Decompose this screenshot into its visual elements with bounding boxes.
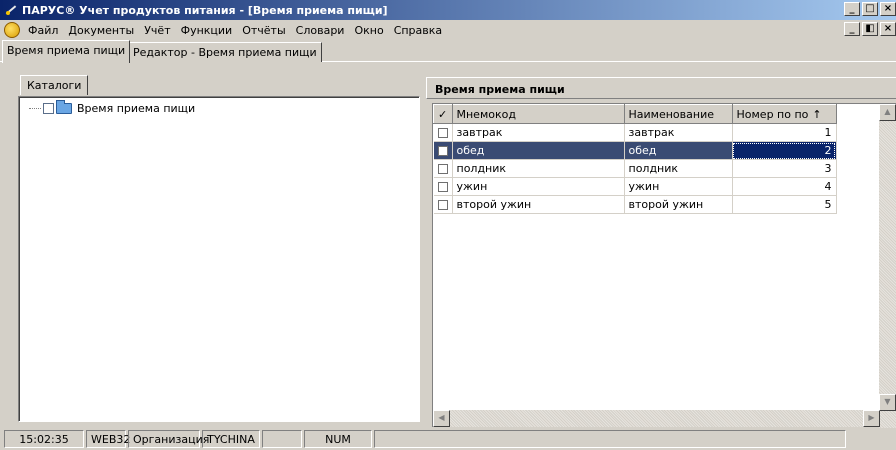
- tab-editor[interactable]: Редактор - Время приема пищи: [128, 42, 322, 62]
- window-controls: _ □ ×: [842, 2, 896, 16]
- folder-icon: [56, 99, 72, 114]
- status-organization: Организация: [128, 430, 209, 448]
- menu-window[interactable]: Окно: [349, 24, 388, 37]
- table-row[interactable]: полдник полдник 3: [433, 159, 837, 178]
- column-number-label: Номер по по: [736, 107, 809, 121]
- status-empty: [262, 430, 302, 448]
- row-checkbox[interactable]: [437, 164, 448, 174]
- close-button[interactable]: ×: [880, 2, 896, 16]
- row-checkbox-cell[interactable]: [433, 177, 453, 196]
- menu-accounting[interactable]: Учёт: [139, 24, 175, 37]
- menu-help[interactable]: Справка: [389, 24, 447, 37]
- cell-name[interactable]: ужин: [624, 177, 733, 196]
- column-number[interactable]: Номер по по ↑: [731, 104, 837, 124]
- tab-meal-time[interactable]: Время приема пищи: [2, 40, 131, 63]
- menu-reports[interactable]: Отчёты: [237, 24, 290, 37]
- document-icon[interactable]: [4, 22, 20, 38]
- doc-restore-button[interactable]: ◧: [862, 22, 878, 36]
- vertical-scrollbar[interactable]: ▲ ▼: [879, 104, 896, 428]
- row-checkbox-cell[interactable]: [433, 159, 453, 178]
- scroll-up-icon[interactable]: ▲: [879, 104, 896, 121]
- doc-close-button[interactable]: ×: [880, 22, 896, 36]
- tab-catalogs[interactable]: Каталоги: [20, 75, 89, 95]
- status-message: [374, 430, 846, 448]
- table-row-selected[interactable]: обед обед 2: [433, 141, 837, 160]
- scroll-left-icon[interactable]: ◀: [433, 410, 450, 427]
- column-check[interactable]: ✓: [433, 104, 453, 124]
- app-icon: [4, 3, 18, 17]
- cell-number[interactable]: 4: [732, 177, 837, 196]
- cell-number[interactable]: 2: [732, 141, 837, 160]
- column-mnemocode[interactable]: Мнемокод: [451, 104, 625, 124]
- document-controls: _ ◧ ×: [842, 22, 896, 36]
- cell-number[interactable]: 3: [732, 159, 837, 178]
- row-checkbox[interactable]: [437, 128, 448, 138]
- cell-mnemocode[interactable]: обед: [452, 141, 625, 160]
- horizontal-scrollbar[interactable]: ◀ ▶: [433, 410, 880, 427]
- records-table: ✓ Мнемокод Наименование Номер по по ↑ зав…: [433, 104, 837, 214]
- tree-node-label[interactable]: Время приема пищи: [75, 102, 197, 115]
- menu-documents[interactable]: Документы: [63, 24, 139, 37]
- cell-mnemocode[interactable]: завтрак: [452, 123, 625, 142]
- cell-name[interactable]: полдник: [624, 159, 733, 178]
- cell-name[interactable]: второй ужин: [624, 195, 733, 214]
- status-time: 15:02:35: [4, 430, 84, 448]
- cell-name[interactable]: обед: [624, 141, 733, 160]
- scroll-right-icon[interactable]: ▶: [863, 410, 880, 427]
- table-row[interactable]: ужин ужин 4: [433, 177, 837, 196]
- header-row: ✓ Мнемокод Наименование Номер по по ↑: [433, 104, 837, 124]
- grid-title: Время приема пищи: [426, 77, 896, 99]
- row-checkbox-cell[interactable]: [433, 195, 453, 214]
- menu-bar: Файл Документы Учёт Функции Отчёты Слова…: [0, 20, 896, 40]
- row-checkbox[interactable]: [437, 200, 448, 210]
- records-grid: ✓ Мнемокод Наименование Номер по по ↑ зав…: [432, 103, 896, 428]
- status-bar: 15:02:35 WEB32 Организация TYCHINA NUM: [0, 428, 896, 450]
- minimize-button[interactable]: _: [844, 2, 860, 16]
- table-row[interactable]: завтрак завтрак 1: [433, 123, 837, 142]
- cell-mnemocode[interactable]: второй ужин: [452, 195, 625, 214]
- cell-mnemocode[interactable]: ужин: [452, 177, 625, 196]
- menu-dictionaries[interactable]: Словари: [291, 24, 350, 37]
- catalog-tree[interactable]: Время приема пищи: [18, 96, 420, 422]
- menu-functions[interactable]: Функции: [176, 24, 238, 37]
- table-row[interactable]: второй ужин второй ужин 5: [433, 195, 837, 214]
- column-name[interactable]: Наименование: [623, 104, 733, 124]
- status-user: TYCHINA: [202, 430, 260, 448]
- sort-ascending-icon: ↑: [812, 107, 822, 121]
- window-title: ПАРУС® Учет продуктов питания - [Время п…: [22, 3, 388, 17]
- status-numlock: NUM: [304, 430, 372, 448]
- tree-connector: [29, 107, 41, 109]
- row-checkbox-cell[interactable]: [433, 141, 453, 160]
- menu-file[interactable]: Файл: [23, 24, 63, 37]
- tree-node-checkbox[interactable]: [43, 102, 54, 114]
- cell-number[interactable]: 5: [732, 195, 837, 214]
- cell-name[interactable]: завтрак: [624, 123, 733, 142]
- row-checkbox[interactable]: [437, 146, 448, 156]
- records-panel: Время приема пищи ✓ Мнемокод Наименовани…: [426, 73, 896, 428]
- document-tabs: Время приема пищи Редактор - Время прием…: [0, 40, 896, 63]
- row-checkbox[interactable]: [437, 182, 448, 192]
- doc-minimize-button[interactable]: _: [844, 22, 860, 36]
- title-bar[interactable]: ПАРУС® Учет продуктов питания - [Время п…: [0, 0, 896, 20]
- row-checkbox-cell[interactable]: [433, 123, 453, 142]
- scroll-down-icon[interactable]: ▼: [879, 394, 896, 411]
- cell-mnemocode[interactable]: полдник: [452, 159, 625, 178]
- maximize-button[interactable]: □: [862, 2, 878, 16]
- cell-number[interactable]: 1: [732, 123, 837, 142]
- status-database: WEB32: [86, 430, 130, 448]
- tree-node[interactable]: Время приема пищи: [29, 99, 197, 116]
